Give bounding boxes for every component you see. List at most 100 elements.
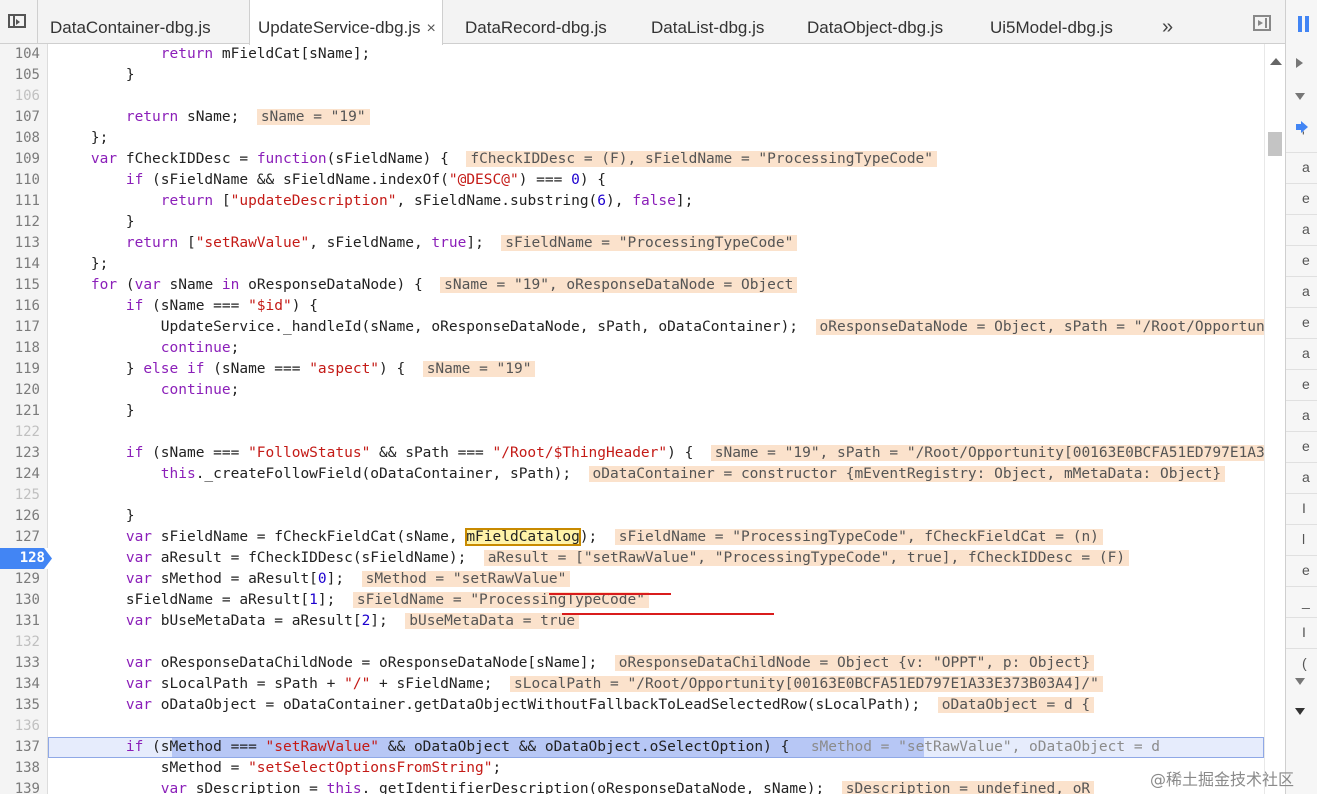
panel-list-item[interactable]: I xyxy=(1286,624,1317,645)
code-token: , sFieldName.substring( xyxy=(396,193,598,209)
line-number[interactable]: 125 xyxy=(0,485,48,506)
line-number[interactable]: 105 xyxy=(0,65,48,86)
line-number[interactable]: 121 xyxy=(0,401,48,422)
code-token: ]; xyxy=(675,193,694,209)
line-number[interactable]: 130 xyxy=(0,590,48,611)
line-number[interactable]: 127 xyxy=(0,527,48,548)
collapse-arrow-icon[interactable] xyxy=(1295,93,1305,100)
code-token: ) { xyxy=(579,172,607,188)
code-token: (sName === xyxy=(143,445,249,461)
line-number[interactable]: 113 xyxy=(0,233,48,254)
panel-list-item[interactable]: e xyxy=(1286,190,1317,211)
line-number[interactable]: 107 xyxy=(0,107,48,128)
line-number[interactable]: 134 xyxy=(0,674,48,695)
tab-datacontainer[interactable]: DataContainer-dbg.js xyxy=(50,0,211,44)
line-number[interactable]: 124 xyxy=(0,464,48,485)
editor-vertical-scrollbar[interactable] xyxy=(1264,44,1285,794)
line-number[interactable]: 108 xyxy=(0,128,48,149)
keyword-token: else if xyxy=(143,361,205,377)
inline-variable-value: bUseMetaData = true xyxy=(405,613,580,629)
line-number[interactable]: 137 xyxy=(0,737,48,758)
expand-arrow-icon[interactable] xyxy=(1296,58,1303,68)
code-line: 128 var aResult = fCheckIDDesc(sFieldNam… xyxy=(0,548,1264,569)
panel-list-item[interactable]: l xyxy=(1286,531,1317,552)
panel-list-item[interactable]: ( xyxy=(1286,655,1317,676)
pause-icon[interactable] xyxy=(1298,16,1310,32)
inline-variable-value: sLocalPath = "/Root/Opportunity[00163E0B… xyxy=(510,676,1103,692)
line-number[interactable]: 129 xyxy=(0,569,48,590)
keyword-token: var xyxy=(90,151,118,167)
code-text: } xyxy=(56,506,135,527)
string-token: "@DESC@" xyxy=(448,172,519,188)
line-number[interactable]: 111 xyxy=(0,191,48,212)
panel-list-item[interactable]: a xyxy=(1286,159,1317,180)
panel-list-item[interactable]: e xyxy=(1286,376,1317,397)
line-number[interactable]: 109 xyxy=(0,149,48,170)
panel-list-item[interactable]: a xyxy=(1286,407,1317,428)
collapse-arrow-icon[interactable] xyxy=(1295,678,1305,685)
line-number[interactable]: 117 xyxy=(0,317,48,338)
panel-list-item[interactable]: a xyxy=(1286,283,1317,304)
inline-variable-value: oResponseDataNode = Object, sPath = "/Ro… xyxy=(815,319,1264,335)
line-number[interactable]: 118 xyxy=(0,338,48,359)
panel-list-item[interactable]: _ xyxy=(1286,593,1317,614)
scroll-up-icon[interactable] xyxy=(1270,58,1282,65)
source-code-editor[interactable]: 104 return mFieldCat[sName]; 105 } 106 107 … xyxy=(0,44,1264,794)
breakpoint-line-number[interactable]: 128 xyxy=(0,548,52,569)
panel-list-item[interactable]: e xyxy=(1286,562,1317,583)
string-token: "aspect" xyxy=(309,361,380,377)
line-number[interactable]: 112 xyxy=(0,212,48,233)
line-number[interactable]: 110 xyxy=(0,170,48,191)
line-number[interactable]: 133 xyxy=(0,653,48,674)
line-number[interactable]: 122 xyxy=(0,422,48,443)
line-number[interactable]: 131 xyxy=(0,611,48,632)
toggle-debugger-panel-icon[interactable] xyxy=(1253,15,1271,31)
code-line: 135 var oDataObject = oDataContainer.get… xyxy=(0,695,1264,716)
line-number[interactable]: 106 xyxy=(0,86,48,107)
number-token: 6 xyxy=(597,193,607,209)
tab-dataobject[interactable]: DataObject-dbg.js xyxy=(807,0,943,44)
collapse-arrow-icon[interactable] xyxy=(1295,708,1305,715)
scrollbar-thumb[interactable] xyxy=(1268,132,1282,156)
panel-list-item[interactable]: I xyxy=(1286,500,1317,521)
line-number[interactable]: 135 xyxy=(0,695,48,716)
string-token: "/" xyxy=(344,676,371,692)
line-number[interactable]: 115 xyxy=(0,275,48,296)
line-number[interactable]: 138 xyxy=(0,758,48,779)
code-token: ) { xyxy=(667,445,694,461)
line-number[interactable]: 104 xyxy=(0,44,48,65)
panel-divider xyxy=(1286,214,1317,215)
line-number[interactable]: 116 xyxy=(0,296,48,317)
panel-list-item[interactable]: e xyxy=(1286,438,1317,459)
code-token: [ xyxy=(213,193,231,209)
panel-list-item[interactable]: a xyxy=(1286,469,1317,490)
tab-ui5model[interactable]: Ui5Model-dbg.js xyxy=(990,0,1113,44)
line-number[interactable]: 119 xyxy=(0,359,48,380)
line-number[interactable]: 120 xyxy=(0,380,48,401)
tab-updateservice[interactable]: UpdateService-dbg.js × xyxy=(249,0,443,45)
tab-datarecord[interactable]: DataRecord-dbg.js xyxy=(465,0,607,44)
hovered-token[interactable]: mFieldCatalog xyxy=(465,528,581,546)
code-token: sName; xyxy=(178,109,240,125)
line-number[interactable]: 126 xyxy=(0,506,48,527)
panel-list-item[interactable]: e xyxy=(1286,252,1317,273)
panel-list-item[interactable]: e xyxy=(1286,314,1317,335)
panel-list-item[interactable]: a xyxy=(1286,221,1317,242)
line-number[interactable]: 132 xyxy=(0,632,48,653)
code-text: return ["setRawValue", sFieldName, true]… xyxy=(56,233,798,254)
line-number[interactable]: 123 xyxy=(0,443,48,464)
line-number[interactable]: 114 xyxy=(0,254,48,275)
panel-list-item[interactable]: ' xyxy=(1286,128,1317,149)
panel-list-item[interactable]: a xyxy=(1286,345,1317,366)
toggle-navigator-button[interactable] xyxy=(0,0,38,43)
code-line: 118 continue; xyxy=(0,338,1264,359)
line-number[interactable]: 136 xyxy=(0,716,48,737)
code-line: 139 var sDescription = this._getIdentifi… xyxy=(0,779,1264,794)
tab-datalist[interactable]: DataList-dbg.js xyxy=(651,0,764,44)
line-number[interactable]: 139 xyxy=(0,779,48,794)
code-token: } xyxy=(56,214,135,230)
